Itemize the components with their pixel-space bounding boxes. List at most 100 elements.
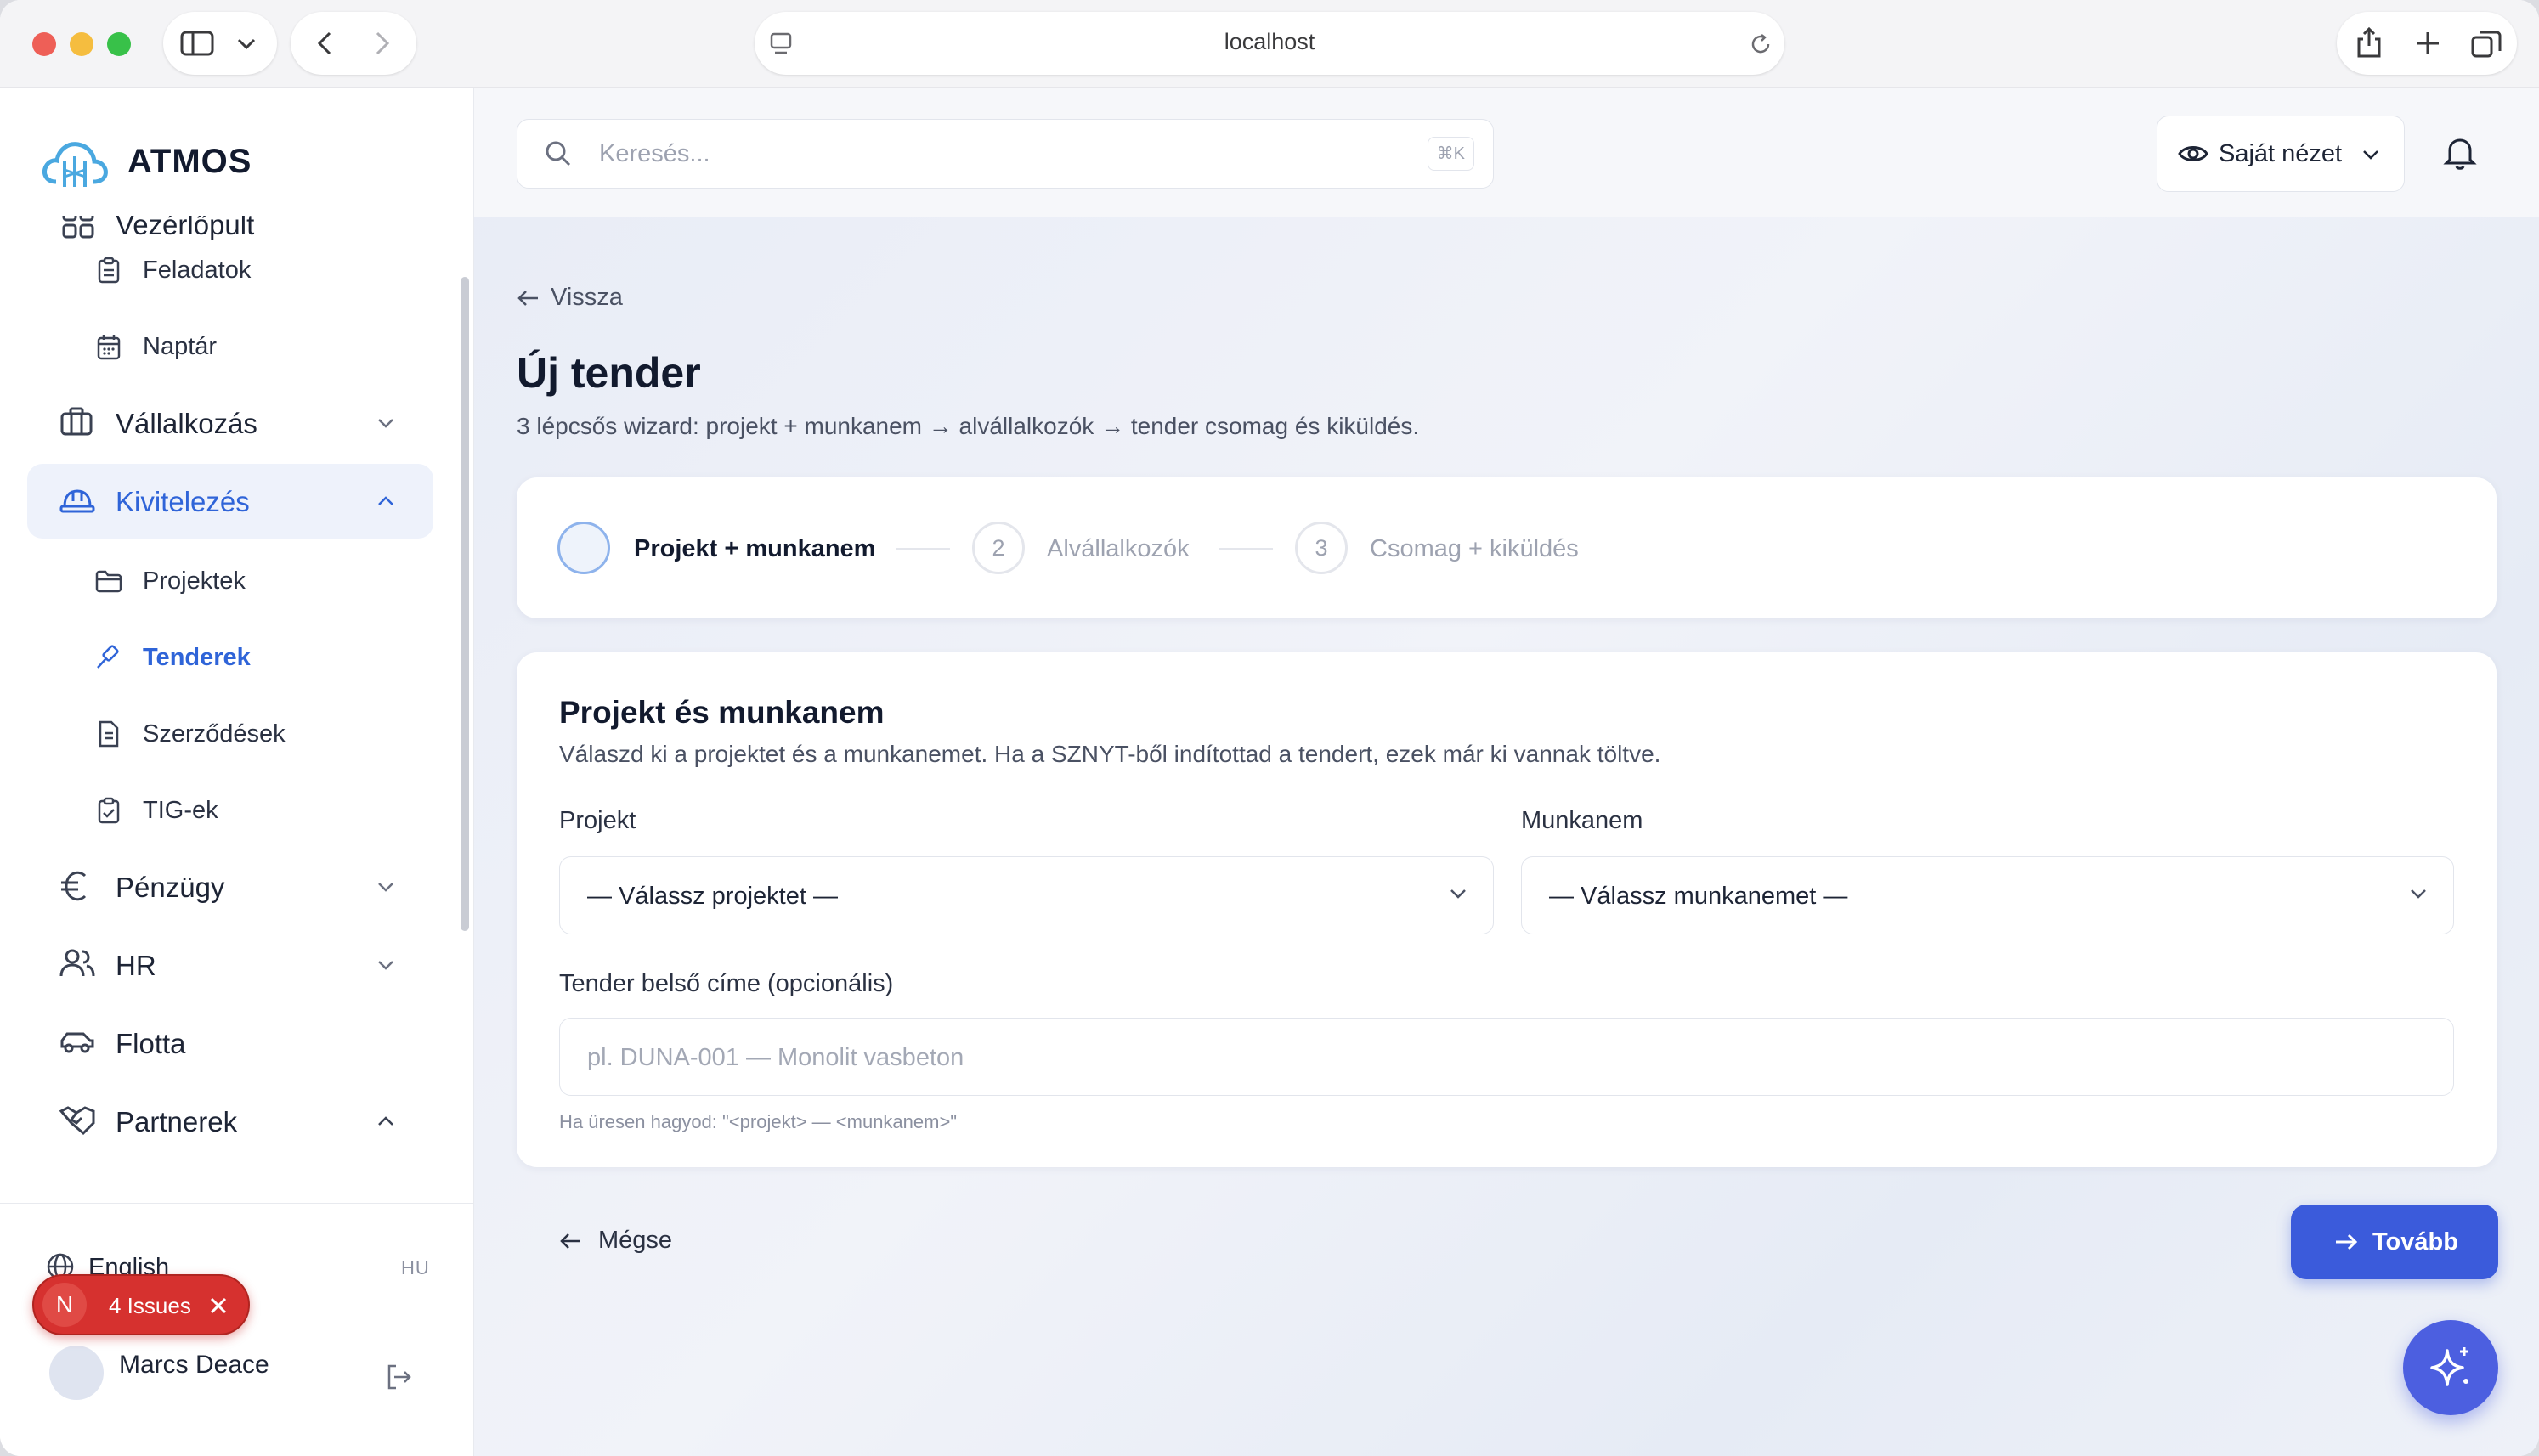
eye-icon	[2178, 146, 2208, 161]
section-title: Projekt és munkanem	[559, 695, 885, 730]
atmos-logo-icon[interactable]	[41, 136, 109, 190]
document-icon	[99, 720, 119, 748]
chevron-up-icon	[378, 496, 393, 505]
zoom-window-button[interactable]	[107, 32, 131, 56]
brand-name: ATMOS	[127, 143, 252, 180]
view-selector[interactable]: Saját nézet	[2157, 116, 2405, 192]
sidebar-item-construction[interactable]: Kivitelezés	[27, 464, 433, 539]
sidebar-item-label: Partnerek	[116, 1106, 238, 1137]
sidebar-item-label: Tenderek	[143, 644, 251, 671]
share-icon[interactable]	[2355, 25, 2383, 59]
sidebar-item-contracts[interactable]: Szerződések	[0, 697, 474, 771]
main-content: Keresés... ⌘K Saját nézet Vissza Új tend…	[474, 88, 2539, 1456]
sidebar-item-tig[interactable]: TIG-ek	[0, 773, 474, 848]
clipboard-icon	[98, 257, 120, 284]
gavel-icon	[97, 645, 119, 669]
tender-title-input[interactable]: pl. DUNA-001 — Monolit vasbeton	[559, 1018, 2454, 1096]
project-select-value: — Válassz projektet —	[587, 883, 838, 910]
step-indicator-3: 3	[1295, 522, 1348, 574]
project-select[interactable]: — Válassz projektet —	[559, 856, 1494, 934]
close-window-button[interactable]	[32, 32, 56, 56]
sparkles-icon	[2430, 1347, 2468, 1386]
car-icon	[60, 1032, 94, 1053]
issues-count: 4 Issues	[109, 1293, 191, 1318]
page-title: Új tender	[517, 349, 701, 397]
sidebar: ATMOS Vezérlőpult Feladatok Naptár Válla…	[0, 88, 474, 1456]
history-nav-group	[291, 12, 416, 75]
close-icon[interactable]	[209, 1296, 228, 1315]
step-label-3: Csomag + kiküldés	[1370, 535, 1579, 562]
chevron-up-icon	[378, 1116, 393, 1126]
tender-title-hint: Ha üresen hagyod: "<projekt> — <munkanem…	[559, 1111, 958, 1132]
logout-icon[interactable]	[384, 1363, 413, 1391]
user-name: Marcs Deace	[119, 1351, 269, 1379]
tender-title-placeholder: pl. DUNA-001 — Monolit vasbeton	[587, 1044, 964, 1071]
chevron-down-icon	[378, 883, 393, 892]
sidebar-item-label: Kivitelezés	[116, 486, 250, 517]
bell-icon[interactable]	[2442, 134, 2478, 172]
arrow-left-icon	[517, 291, 538, 306]
work-type-select[interactable]: — Válassz munkanemet —	[1521, 856, 2454, 934]
address-bar[interactable]: localhost	[755, 12, 1784, 75]
folder-icon	[95, 570, 122, 593]
sidebar-toggle-group	[163, 12, 277, 75]
sidebar-item-fleet[interactable]: Flotta	[0, 1006, 474, 1081]
chevron-down-icon	[378, 961, 393, 970]
sidebar-scrollbar[interactable]	[461, 277, 469, 931]
next-button-label: Tovább	[2372, 1228, 2458, 1256]
step-indicator-2: 2	[972, 522, 1025, 574]
cancel-button[interactable]: Mégse	[559, 1227, 672, 1255]
handshake-icon	[59, 1106, 95, 1136]
reload-icon[interactable]	[1749, 32, 1773, 56]
next-button[interactable]: Tovább	[2291, 1205, 2498, 1279]
step-indicator-1	[557, 522, 610, 574]
top-bar: Keresés... ⌘K Saját nézet	[474, 88, 2539, 217]
sidebar-item-label: Naptár	[143, 333, 218, 360]
step-label-1: Projekt + munkanem	[634, 535, 876, 562]
minimize-window-button[interactable]	[70, 32, 93, 56]
sidebar-item-tenders[interactable]: Tenderek	[0, 620, 474, 695]
tab-overview-icon[interactable]	[2471, 29, 2502, 59]
sidebar-item-calendar[interactable]: Naptár	[0, 309, 474, 384]
tender-title-label: Tender belső címe (opcionális)	[559, 970, 894, 997]
sidebar-item-tasks[interactable]: Feladatok	[0, 233, 474, 308]
hard-hat-icon	[59, 489, 95, 513]
sidebar-item-label: Projektek	[143, 567, 246, 595]
back-link[interactable]: Vissza	[517, 284, 623, 312]
ai-assistant-button[interactable]	[2403, 1320, 2498, 1415]
sidebar-item-label: HR	[116, 950, 156, 981]
sidebar-item-label: Feladatok	[143, 257, 252, 284]
search-placeholder: Keresés...	[599, 140, 710, 167]
project-label: Projekt	[559, 807, 636, 834]
sidebar-item-finance[interactable]: Pénzügy	[0, 849, 474, 924]
chevron-down-icon[interactable]	[236, 37, 257, 51]
view-selector-label: Saját nézet	[2219, 140, 2343, 167]
step-label-2: Alvállalkozók	[1047, 535, 1190, 562]
step-connector	[1219, 548, 1273, 550]
language-code: HU	[401, 1257, 430, 1278]
work-type-select-value: — Válassz munkanemet —	[1549, 883, 1848, 910]
page-subtitle: 3 lépcsős wizard: projekt + munkanem → a…	[517, 413, 1420, 439]
search-shortcut: ⌘K	[1427, 137, 1474, 171]
issues-badge[interactable]: N 4 Issues	[32, 1274, 250, 1335]
avatar[interactable]	[49, 1346, 104, 1400]
new-tab-icon[interactable]	[2415, 31, 2440, 56]
chevron-down-icon	[2411, 889, 2426, 899]
forward-arrow-icon[interactable]	[374, 31, 391, 56]
briefcase-icon	[60, 407, 93, 436]
back-arrow-icon[interactable]	[316, 31, 333, 56]
sidebar-item-label: Flotta	[116, 1028, 186, 1059]
sidebar-item-projects[interactable]: Projektek	[0, 544, 474, 618]
project-form-card: Projekt és munkanem Válaszd ki a projekt…	[517, 652, 2497, 1167]
chevron-down-icon	[1450, 889, 1466, 899]
sidebar-item-label: TIG-ek	[143, 797, 218, 824]
sidebar-toggle-icon[interactable]	[180, 31, 214, 56]
sidebar-item-partners[interactable]: Partnerek	[0, 1084, 474, 1159]
browser-actions	[2337, 12, 2517, 75]
sidebar-divider	[0, 1203, 474, 1204]
search-input[interactable]: Keresés... ⌘K	[517, 119, 1494, 189]
search-icon	[546, 141, 571, 166]
sidebar-item-hr[interactable]: HR	[0, 928, 474, 1002]
sidebar-nav: Vezérlőpult Feladatok Naptár Vállalkozás…	[0, 216, 474, 1291]
sidebar-item-business[interactable]: Vállalkozás	[0, 386, 474, 460]
